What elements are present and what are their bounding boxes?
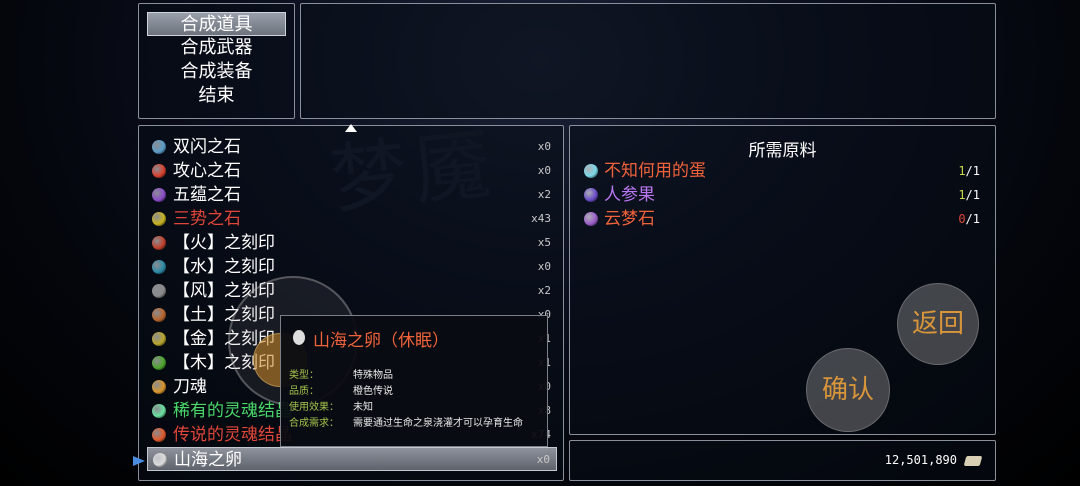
item-name: 五蕴之石 [173,185,241,205]
item-count: x0 [537,260,551,273]
item-row[interactable]: 双闪之石 x0 [147,135,557,159]
item-row[interactable]: 【水】之刻印 x0 [147,255,557,279]
material-need: /1 [965,212,980,226]
item-name: 双闪之石 [173,137,241,157]
item-row[interactable]: 攻心之石 x0 [147,159,557,183]
stone-icon [152,212,166,226]
item-row[interactable]: 【风】之刻印 x2 [147,279,557,303]
command-menu: 合成道具 合成武器 合成装备 结束 [138,3,295,119]
item-name: 攻心之石 [173,161,241,181]
gold-amount: 12,501,890 [884,453,957,467]
tooltip-value: 需要通过生命之泉浇灌才可以孕育生命 [353,418,523,429]
seal-icon [152,308,166,322]
seal-icon [152,284,166,298]
egg-icon [153,453,167,467]
material-name: 云梦石 [604,209,655,229]
tooltip-value: 橙色传说 [353,386,393,397]
item-name: 三势之石 [173,209,241,229]
material-have: 1 [958,188,966,202]
back-button[interactable]: 返回 [897,283,979,365]
seal-icon [152,356,166,370]
info-panel [300,3,996,119]
material-quantity: 1/1 [958,183,980,207]
stone-icon [152,140,166,154]
cursor-arrow-icon [133,456,145,466]
seal-icon [152,260,166,274]
fruit-icon [584,188,598,202]
item-row[interactable]: 山海之卵 x0 [147,447,557,471]
material-quantity: 1/1 [958,159,980,183]
gold-panel: 12,501,890 [569,440,996,481]
egg-icon [584,164,598,178]
material-row: 人参果 1/1 [582,183,986,207]
materials-title: 所需原料 [748,141,817,161]
material-row: 不知何用的蛋 1/1 [582,159,986,183]
item-count: x2 [537,284,551,297]
tooltip-label: 使用效果： [289,402,339,413]
item-row[interactable]: 五蕴之石 x2 [147,183,557,207]
item-name: 刀魂 [173,377,207,397]
item-count: x0 [537,164,551,177]
item-count: x0 [537,140,551,153]
item-count: x0 [536,453,550,466]
material-row: 云梦石 0/1 [582,207,986,231]
tooltip-value: 特殊物品 [353,370,393,381]
seal-icon [152,332,166,346]
material-need: /1 [965,188,980,202]
tooltip-label: 合成需求： [289,418,339,429]
tooltip-label: 类型： [289,370,319,381]
item-row[interactable]: 【火】之刻印 x5 [147,231,557,255]
tooltip-value: 未知 [353,402,373,413]
item-count: x43 [531,212,551,225]
item-count: x5 [537,236,551,249]
confirm-button[interactable]: 确认 [806,348,890,432]
blade-icon [152,380,166,394]
scroll-up-arrow-icon[interactable] [345,124,357,132]
stone-icon [152,188,166,202]
menu-item[interactable]: 合成道具 [147,12,286,36]
item-name: 【火】之刻印 [173,233,275,253]
menu-item[interactable]: 结束 [147,84,286,108]
material-need: /1 [965,164,980,178]
material-have: 1 [958,164,966,178]
material-quantity: 0/1 [958,207,980,231]
item-name: 传说的灵魂结晶 [173,425,292,445]
tooltip-title: 山海之卵（休眠） [313,331,449,351]
materials-panel: 所需原料 不知何用的蛋 1/1 人参果 1/1 云梦石 0/1 [569,125,996,435]
material-name: 人参果 [604,185,655,205]
seal-icon [152,236,166,250]
item-name: 【水】之刻印 [173,257,275,277]
egg-icon [293,330,305,345]
crystal-icon [152,428,166,442]
crystal-icon [152,404,166,418]
menu-item[interactable]: 合成武器 [147,36,286,60]
menu-item[interactable]: 合成装备 [147,60,286,84]
item-tooltip: 山海之卵（休眠） 类型： 特殊物品 品质： 橙色传说 使用效果： 未知 合成需求… [280,315,548,447]
item-row[interactable]: 三势之石 x43 [147,207,557,231]
material-name: 不知何用的蛋 [604,161,706,181]
stone-icon [152,164,166,178]
item-count: x2 [537,188,551,201]
stone-icon [584,212,598,226]
material-have: 0 [958,212,966,226]
tooltip-label: 品质： [289,386,319,397]
currency-icon [963,456,983,466]
item-name: 山海之卵 [174,450,242,470]
